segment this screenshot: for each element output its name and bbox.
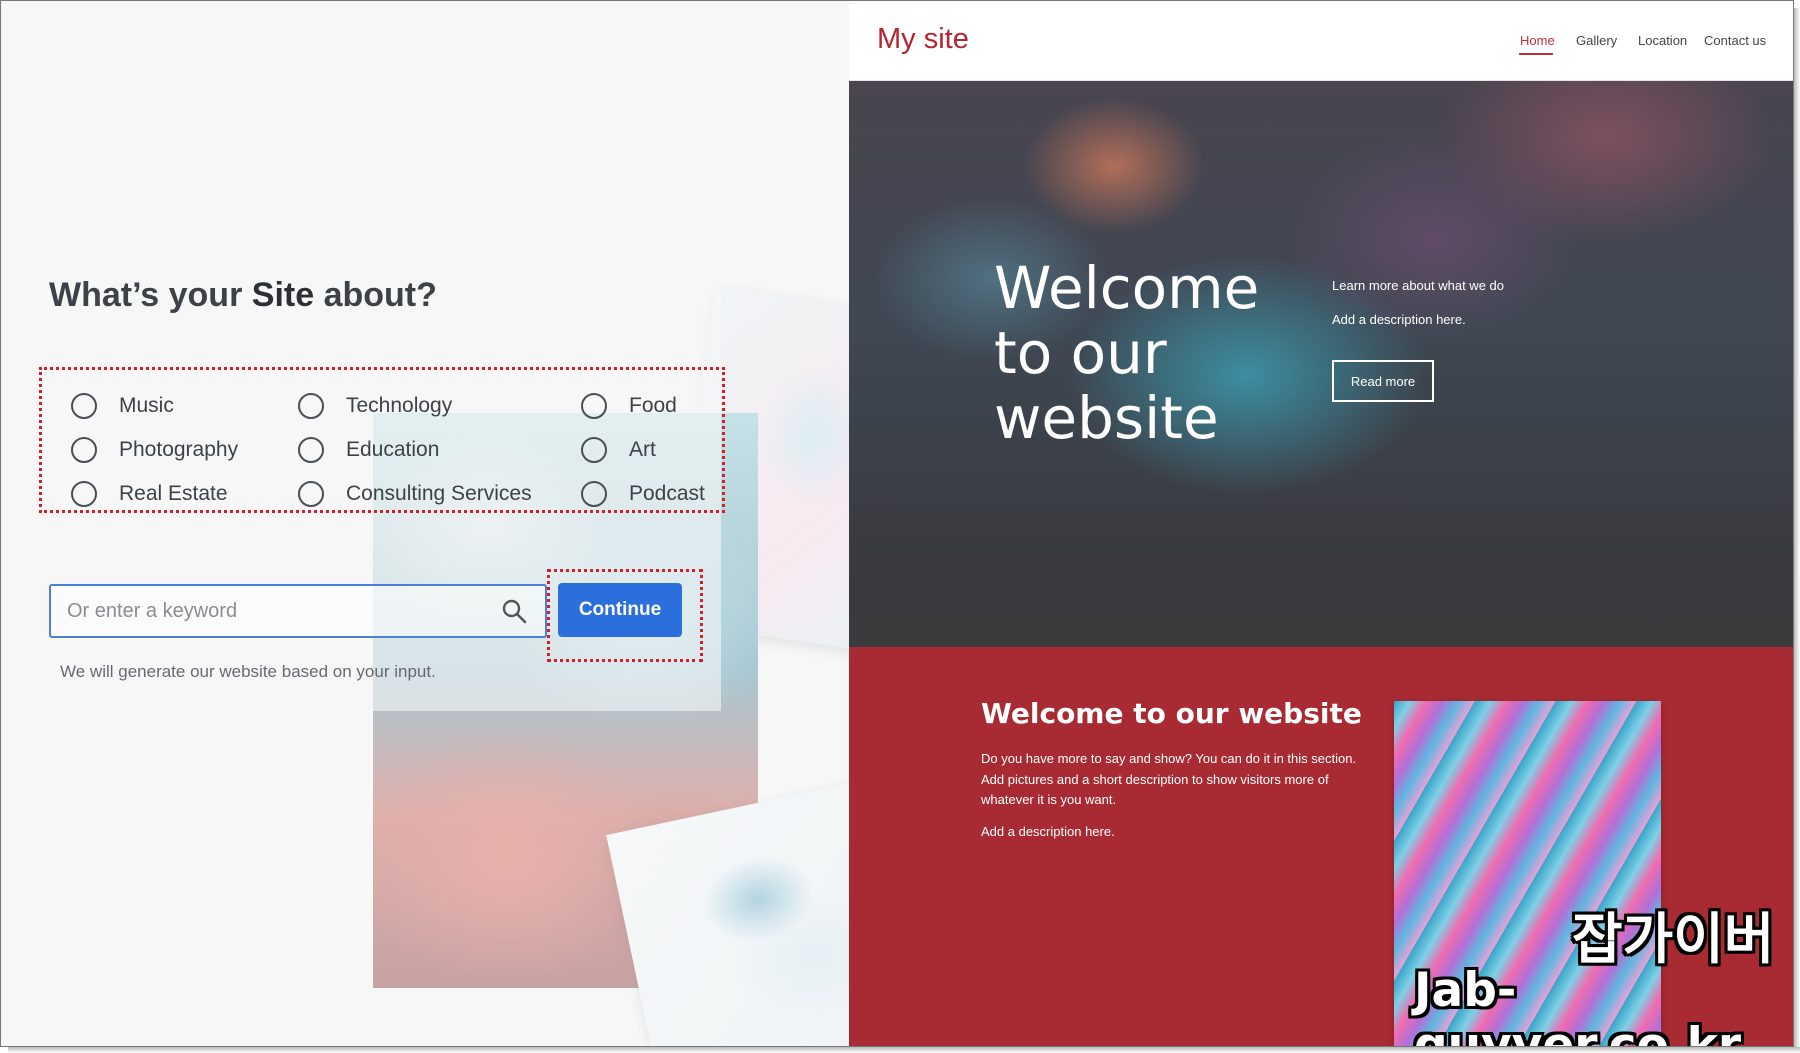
option-label: Photography bbox=[119, 438, 239, 461]
preview-navbar: My site Home Gallery Location Contact us bbox=[849, 1, 1793, 81]
site-logo[interactable]: My site bbox=[877, 23, 969, 56]
option-label: Music bbox=[119, 394, 174, 417]
option-music[interactable]: Music bbox=[71, 391, 174, 421]
option-label: Art bbox=[629, 438, 656, 461]
option-label: Real Estate bbox=[119, 482, 228, 505]
option-photography[interactable]: Photography bbox=[71, 435, 238, 465]
option-education[interactable]: Education bbox=[298, 435, 439, 465]
option-technology[interactable]: Technology bbox=[298, 391, 452, 421]
search-icon[interactable] bbox=[501, 598, 527, 624]
hero-tagline: Learn more about what we do bbox=[1332, 278, 1504, 293]
keyword-search-box bbox=[49, 584, 547, 638]
watermark-korean: 잡가이버 bbox=[1572, 907, 1775, 971]
nav-home[interactable]: Home bbox=[1520, 33, 1555, 48]
radio-button[interactable] bbox=[298, 393, 324, 419]
option-art[interactable]: Art bbox=[581, 435, 656, 465]
option-label: Consulting Services bbox=[346, 482, 532, 505]
hero-description: Add a description here. bbox=[1332, 312, 1466, 327]
question-bold: Site bbox=[251, 276, 315, 314]
section-title: Welcome to our website bbox=[981, 697, 1362, 730]
section-description: Add a description here. bbox=[981, 824, 1115, 839]
keyword-input[interactable] bbox=[67, 586, 467, 636]
screen: What’s your Site about? Music Technology… bbox=[0, 0, 1794, 1047]
frame-shadow bbox=[1794, 8, 1800, 1053]
radio-button[interactable] bbox=[298, 437, 324, 463]
option-label: Food bbox=[629, 394, 677, 417]
option-label: Technology bbox=[346, 394, 453, 417]
option-consulting-services[interactable]: Consulting Services bbox=[298, 479, 532, 509]
nav-location[interactable]: Location bbox=[1638, 33, 1687, 48]
nav-contact-us[interactable]: Contact us bbox=[1704, 33, 1766, 48]
hero-title: Welcome to our website bbox=[994, 254, 1260, 452]
radio-button[interactable] bbox=[581, 437, 607, 463]
question-prefix: What’s your bbox=[49, 276, 252, 314]
question-suffix: about? bbox=[314, 276, 437, 314]
screenshot-frame: What’s your Site about? Music Technology… bbox=[0, 0, 1800, 1053]
continue-button[interactable]: Continue bbox=[558, 583, 682, 637]
option-podcast[interactable]: Podcast bbox=[581, 479, 705, 509]
radio-button[interactable] bbox=[581, 481, 607, 507]
watermark-domain: Jab-guyver.co.kr bbox=[1414, 963, 1742, 1047]
option-real-estate[interactable]: Real Estate bbox=[71, 479, 228, 509]
site-wizard-panel: What’s your Site about? Music Technology… bbox=[1, 1, 849, 1046]
radio-button[interactable] bbox=[298, 481, 324, 507]
nav-active-indicator bbox=[1519, 53, 1553, 55]
radio-button[interactable] bbox=[71, 393, 97, 419]
radio-button[interactable] bbox=[71, 481, 97, 507]
option-label: Education bbox=[346, 438, 440, 461]
radio-button[interactable] bbox=[581, 393, 607, 419]
frame-shadow bbox=[8, 1047, 1800, 1053]
radio-button[interactable] bbox=[71, 437, 97, 463]
hero-section: Welcome to our website Learn more about … bbox=[849, 81, 1793, 647]
helper-text: We will generate our website based on yo… bbox=[60, 662, 436, 681]
page-title: What’s your Site about? bbox=[49, 276, 437, 315]
read-more-button[interactable]: Read more bbox=[1332, 360, 1434, 402]
option-label: Podcast bbox=[629, 482, 705, 505]
option-food[interactable]: Food bbox=[581, 391, 677, 421]
nav-gallery[interactable]: Gallery bbox=[1576, 33, 1617, 48]
section-body: Do you have more to say and show? You ca… bbox=[981, 751, 1357, 807]
website-preview: My site Home Gallery Location Contact us… bbox=[849, 1, 1793, 1046]
